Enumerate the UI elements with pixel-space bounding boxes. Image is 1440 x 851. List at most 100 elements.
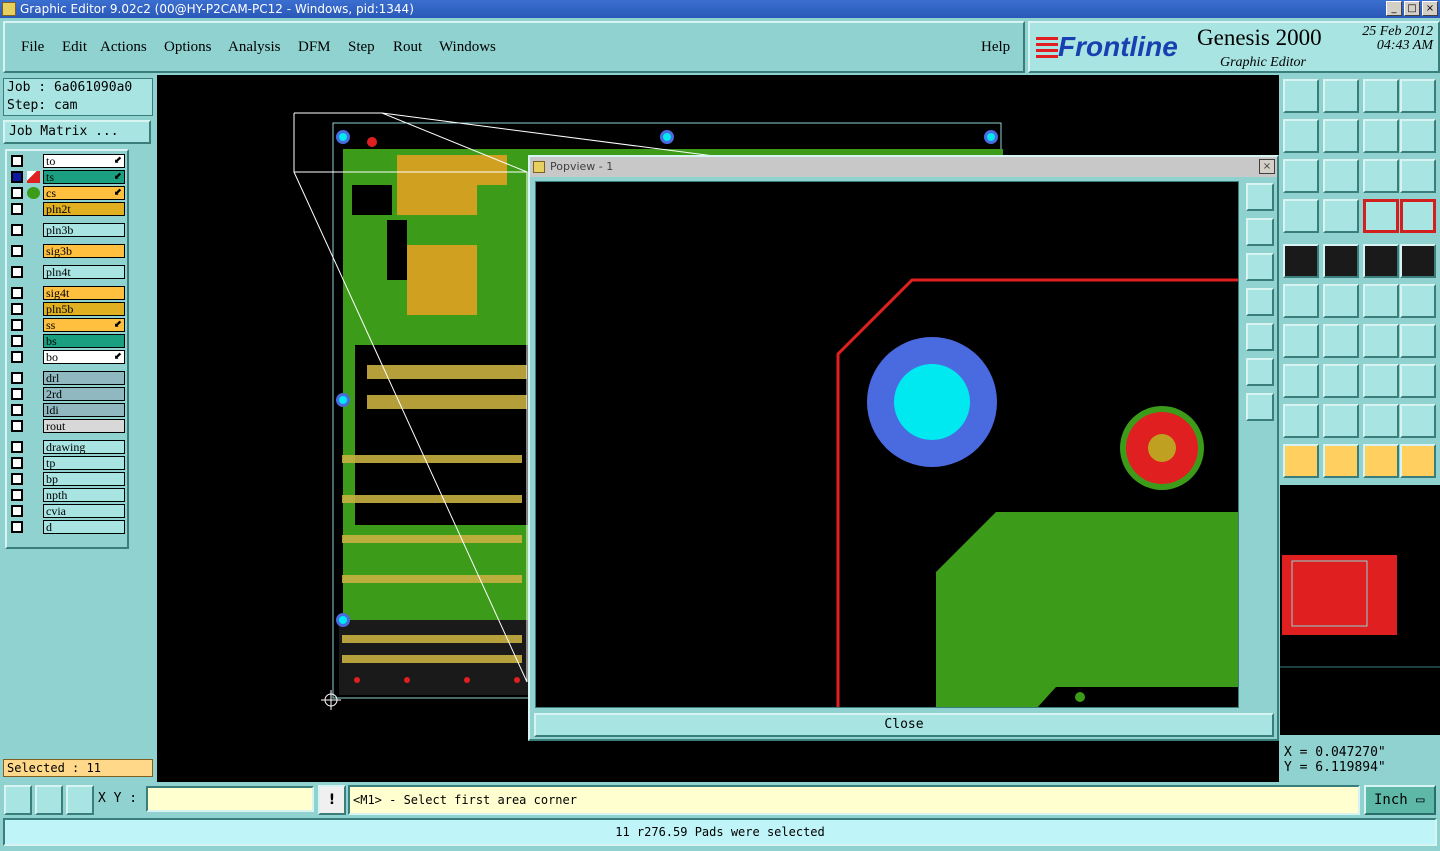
ruler-icon[interactable] — [1363, 244, 1399, 278]
popview-window[interactable]: Popview - 1 × Close — [528, 155, 1279, 741]
net-icon[interactable] — [1283, 284, 1319, 318]
resize-icon[interactable] — [1363, 364, 1399, 398]
layer-name[interactable]: d — [43, 520, 125, 534]
layer-name[interactable]: bo ⬋ — [43, 350, 125, 364]
layer-checkbox[interactable] — [11, 266, 23, 278]
zoom-center-icon[interactable] — [1323, 159, 1359, 193]
circle-tool-icon[interactable] — [1400, 244, 1436, 278]
layer-checkbox[interactable] — [11, 420, 23, 432]
job-matrix-button[interactable]: Job Matrix ... — [3, 120, 151, 144]
rotate-icon[interactable] — [1363, 324, 1399, 358]
menu-analysis[interactable]: Analysis — [228, 39, 281, 56]
pad-connect-icon[interactable] — [1363, 284, 1399, 318]
layer-row-sig4t[interactable]: sig4t — [9, 286, 125, 300]
open-icon[interactable] — [1283, 79, 1319, 113]
layer-name[interactable]: bp — [43, 472, 125, 486]
line-select-icon[interactable] — [1323, 364, 1359, 398]
close-window-button[interactable]: × — [1422, 1, 1438, 16]
menu-step[interactable]: Step — [348, 39, 375, 56]
menu-rout[interactable]: Rout — [393, 39, 422, 56]
layer-row-to[interactable]: to ⬋ — [9, 154, 125, 168]
popview-zoom-home-icon[interactable] — [1246, 183, 1274, 211]
layer-row-ts[interactable]: ts ⬋ — [9, 170, 125, 184]
layer-checkbox[interactable] — [11, 303, 23, 315]
layer-row-cs[interactable]: cs ⬋ — [9, 186, 125, 200]
maximize-button[interactable]: □ — [1404, 1, 1420, 16]
menu-file[interactable]: File — [21, 39, 44, 56]
layer-row-ss[interactable]: ss ⬋ — [9, 318, 125, 332]
line-tool-icon[interactable] — [1323, 244, 1359, 278]
a-shape-icon[interactable] — [1363, 404, 1399, 438]
popview-zoom-in-icon[interactable] — [1246, 358, 1274, 386]
layer-checkbox[interactable] — [11, 155, 23, 167]
layer-row-npth[interactable]: npth — [9, 488, 125, 502]
layer-row-rout[interactable]: rout — [9, 419, 125, 433]
layer-checkbox[interactable] — [11, 457, 23, 469]
move-right-icon[interactable] — [1323, 119, 1359, 153]
layer-row-pln4t[interactable]: pln4t — [9, 265, 125, 279]
layer-name[interactable]: pln3b — [43, 223, 125, 237]
layer-checkbox[interactable] — [11, 187, 23, 199]
menu-dfm[interactable]: DFM — [298, 39, 331, 56]
layer-row-sig3b[interactable]: sig3b — [9, 244, 125, 258]
layer-name[interactable]: to ⬋ — [43, 154, 125, 168]
layer-checkbox[interactable] — [11, 203, 23, 215]
layer-row-drawing[interactable]: drawing — [9, 440, 125, 454]
layer-checkbox[interactable] — [11, 287, 23, 299]
layer-name[interactable]: drawing — [43, 440, 125, 454]
layer-name[interactable]: drl — [43, 371, 125, 385]
pointer-box-icon[interactable] — [1323, 444, 1359, 478]
layer-name[interactable]: pln4t — [43, 265, 125, 279]
layer-name[interactable]: pln5b — [43, 302, 125, 316]
arc-icon[interactable] — [1323, 404, 1359, 438]
split-icon[interactable] — [1400, 324, 1436, 358]
layer-checkbox[interactable] — [11, 224, 23, 236]
layer-checkbox[interactable] — [11, 171, 23, 183]
layer-row-cvia[interactable]: cvia — [9, 504, 125, 518]
layer-name[interactable]: ts ⬋ — [43, 170, 125, 184]
layer-row-bs[interactable]: bs — [9, 334, 125, 348]
grid-snap-icon[interactable] — [66, 785, 94, 815]
popview-pan-left-icon[interactable] — [1246, 288, 1274, 316]
layer-row-bo[interactable]: bo ⬋ — [9, 350, 125, 364]
angle-mode-icon[interactable] — [35, 785, 63, 815]
layer-row-pln5b[interactable]: pln5b — [9, 302, 125, 316]
snap-pad-icon[interactable] — [1363, 199, 1399, 233]
menu-help[interactable]: Help — [981, 39, 1010, 56]
popview-zoom-out-icon[interactable] — [1246, 393, 1274, 421]
save-icon[interactable] — [1323, 79, 1359, 113]
popview-pan-down-icon[interactable] — [1246, 253, 1274, 281]
layer-row-bp[interactable]: bp — [9, 472, 125, 486]
layer-name[interactable]: ldi — [43, 403, 125, 417]
pointer-path-icon[interactable] — [1400, 444, 1436, 478]
popview-close-button[interactable]: Close — [534, 713, 1274, 737]
layer-checkbox[interactable] — [11, 404, 23, 416]
layer-checkbox[interactable] — [11, 351, 23, 363]
pad-select-icon[interactable] — [1283, 364, 1319, 398]
snap-mode-icon[interactable] — [4, 785, 32, 815]
layer-row-ldi[interactable]: ldi — [9, 403, 125, 417]
pad-tool-icon[interactable] — [1283, 244, 1319, 278]
layer-row-pln2t[interactable]: pln2t — [9, 202, 125, 216]
layer-name[interactable]: cs ⬋ — [43, 186, 125, 200]
popview-close-icon[interactable]: × — [1259, 159, 1275, 174]
alert-icon[interactable]: ! — [318, 785, 346, 815]
measure-icon[interactable] — [1283, 199, 1319, 233]
flip-icon[interactable] — [1363, 119, 1399, 153]
snap-drill-icon[interactable] — [1400, 199, 1436, 233]
layer-checkbox[interactable] — [11, 388, 23, 400]
triangle-icon[interactable] — [1283, 404, 1319, 438]
layer-row-tp[interactable]: tp — [9, 456, 125, 470]
cross-icon[interactable] — [1323, 284, 1359, 318]
layer-row-pln3b[interactable]: pln3b — [9, 223, 125, 237]
layer-name[interactable]: npth — [43, 488, 125, 502]
layer-name[interactable]: ss ⬋ — [43, 318, 125, 332]
group-icon[interactable] — [1400, 364, 1436, 398]
scale-1-2-icon[interactable] — [1363, 159, 1399, 193]
menu-edit[interactable]: Edit — [62, 39, 87, 56]
layer-name[interactable]: tp — [43, 456, 125, 470]
switch-icon[interactable] — [1400, 119, 1436, 153]
layer-name[interactable]: cvia — [43, 504, 125, 518]
menu-options[interactable]: Options — [164, 39, 212, 56]
pointer-icon[interactable] — [1283, 444, 1319, 478]
